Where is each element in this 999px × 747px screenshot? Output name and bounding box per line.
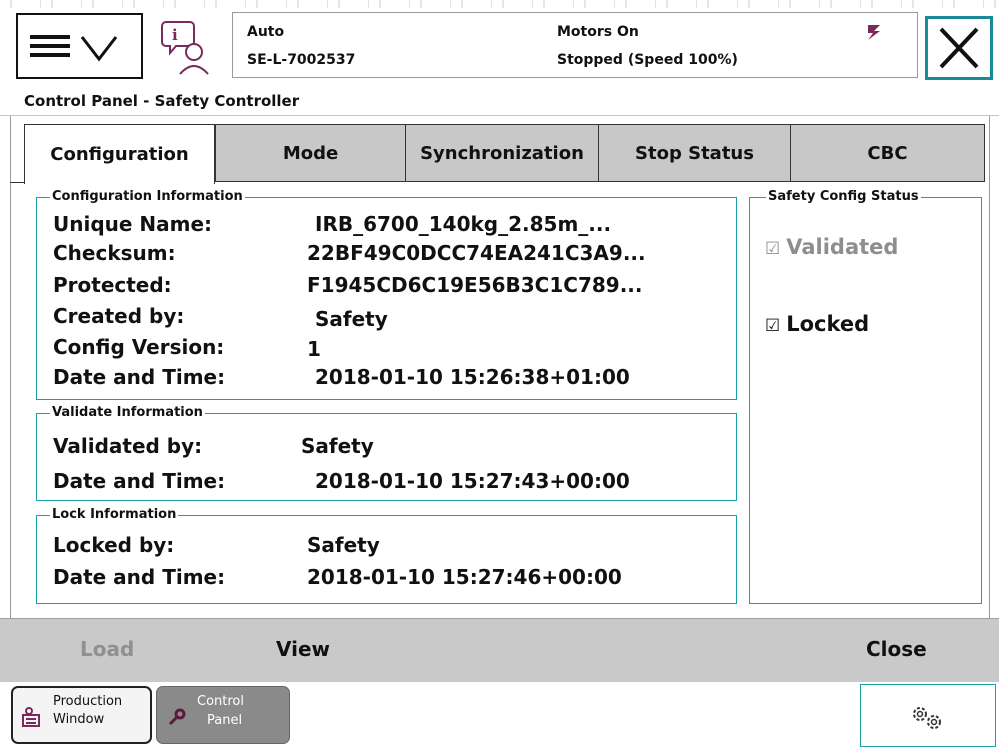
group-legend: Safety Config Status: [766, 189, 921, 205]
tab-cbc[interactable]: CBC: [790, 124, 985, 182]
unique-name-value: IRB_6700_140kg_2.85m_...: [315, 212, 612, 236]
configuration-information-group: Configuration Information Unique Name: I…: [36, 189, 737, 400]
command-bar: Load View Close: [0, 618, 999, 683]
header-top-strip: [0, 0, 999, 8]
system-name: SE-L-7002537: [247, 52, 356, 68]
protected-label: Protected:: [53, 273, 172, 297]
main-menu-button[interactable]: [16, 13, 143, 79]
validate-date-value: 2018-01-10 15:27:43+00:00: [315, 469, 630, 493]
divider: [0, 115, 999, 116]
lock-information-group: Lock Information Locked by: Safety Date …: [36, 507, 737, 604]
validated-checkbox[interactable]: ☑ Validated: [765, 235, 898, 259]
protected-value: F1945CD6C19E56B3C1C789...: [307, 273, 643, 297]
created-by-value: Safety: [315, 307, 388, 331]
tab-stop-status[interactable]: Stop Status: [598, 124, 791, 182]
tab-label: Synchronization: [420, 142, 584, 164]
quickset-icon: [913, 707, 941, 729]
validated-by-value: Safety: [301, 434, 374, 458]
page-title: Control Panel - Safety Controller: [24, 92, 300, 110]
checkbox-checked-icon: ☑: [765, 239, 781, 259]
checksum-value: 22BF49C0DCC74EA241C3A9...: [307, 241, 646, 265]
locked-label: Locked: [786, 312, 870, 336]
created-by-label: Created by:: [53, 304, 185, 328]
window-title-bar: Control Panel - Safety Controller: [0, 86, 999, 116]
operating-mode: Auto: [247, 24, 285, 40]
motors-state: Motors On: [557, 24, 639, 40]
locked-by-value: Safety: [307, 533, 380, 557]
unique-name-label: Unique Name:: [53, 212, 213, 236]
group-legend: Lock Information: [50, 507, 179, 523]
wrench-icon: [168, 708, 186, 726]
locked-checkbox[interactable]: ☑ Locked: [765, 312, 869, 336]
load-button[interactable]: Load: [80, 637, 134, 661]
task-label-line2: Window: [53, 712, 105, 727]
tab-mode[interactable]: Mode: [215, 124, 406, 182]
close-icon: [939, 27, 979, 69]
tab-label: Stop Status: [635, 142, 754, 164]
tab-baseline: [10, 182, 24, 183]
validate-date-label: Date and Time:: [53, 469, 226, 493]
validated-by-label: Validated by:: [53, 434, 203, 458]
lock-date-value: 2018-01-10 15:27:46+00:00: [307, 565, 622, 589]
left-border: [10, 116, 11, 625]
right-border: [989, 116, 990, 625]
tab-configuration[interactable]: Configuration: [24, 124, 215, 184]
status-bar[interactable]: Auto SE-L-7002537 Motors On Stopped (Spe…: [232, 12, 918, 78]
menu-icon: [30, 35, 118, 62]
config-version-label: Config Version:: [53, 335, 225, 359]
group-legend: Validate Information: [50, 405, 205, 421]
taskbar: Production Window Control Panel: [0, 682, 999, 747]
validated-label: Validated: [786, 235, 899, 259]
task-label-line1: Control: [197, 694, 244, 709]
task-label-line2: Panel: [207, 713, 243, 728]
view-button[interactable]: View: [276, 637, 330, 661]
tab-synchronization[interactable]: Synchronization: [405, 124, 599, 182]
status-header: i Auto SE-L-7002537 Motors On Stopped (S…: [0, 0, 999, 86]
close-button[interactable]: Close: [866, 637, 927, 661]
tab-label: CBC: [867, 142, 908, 164]
locked-by-label: Locked by:: [53, 533, 175, 557]
lock-date-label: Date and Time:: [53, 565, 226, 589]
tab-label: Configuration: [50, 144, 189, 165]
run-state: Stopped (Speed 100%): [557, 52, 738, 68]
close-window-button[interactable]: [925, 16, 993, 80]
svg-text:i: i: [172, 26, 178, 44]
speed-icon: [868, 25, 880, 40]
tab-label: Mode: [282, 142, 339, 164]
group-legend: Configuration Information: [50, 189, 245, 205]
event-log-icon: i: [161, 21, 209, 75]
production-window-task[interactable]: Production Window: [11, 686, 152, 744]
checkbox-checked-icon: ☑: [765, 316, 781, 336]
production-window-icon: [22, 707, 40, 727]
config-version-value: 1: [307, 337, 321, 361]
safety-config-status-group: Safety Config Status ☑ Validated ☑ Locked: [749, 189, 982, 604]
config-date-label: Date and Time:: [53, 365, 226, 389]
quickset-button[interactable]: [860, 684, 996, 747]
task-label-line1: Production: [53, 694, 123, 709]
event-log-button[interactable]: i: [158, 16, 216, 76]
control-panel-task[interactable]: Control Panel: [156, 686, 290, 744]
validate-information-group: Validate Information Validated by: Safet…: [36, 405, 737, 501]
checksum-label: Checksum:: [53, 241, 176, 265]
config-date-value: 2018-01-10 15:26:38+01:00: [315, 365, 630, 389]
